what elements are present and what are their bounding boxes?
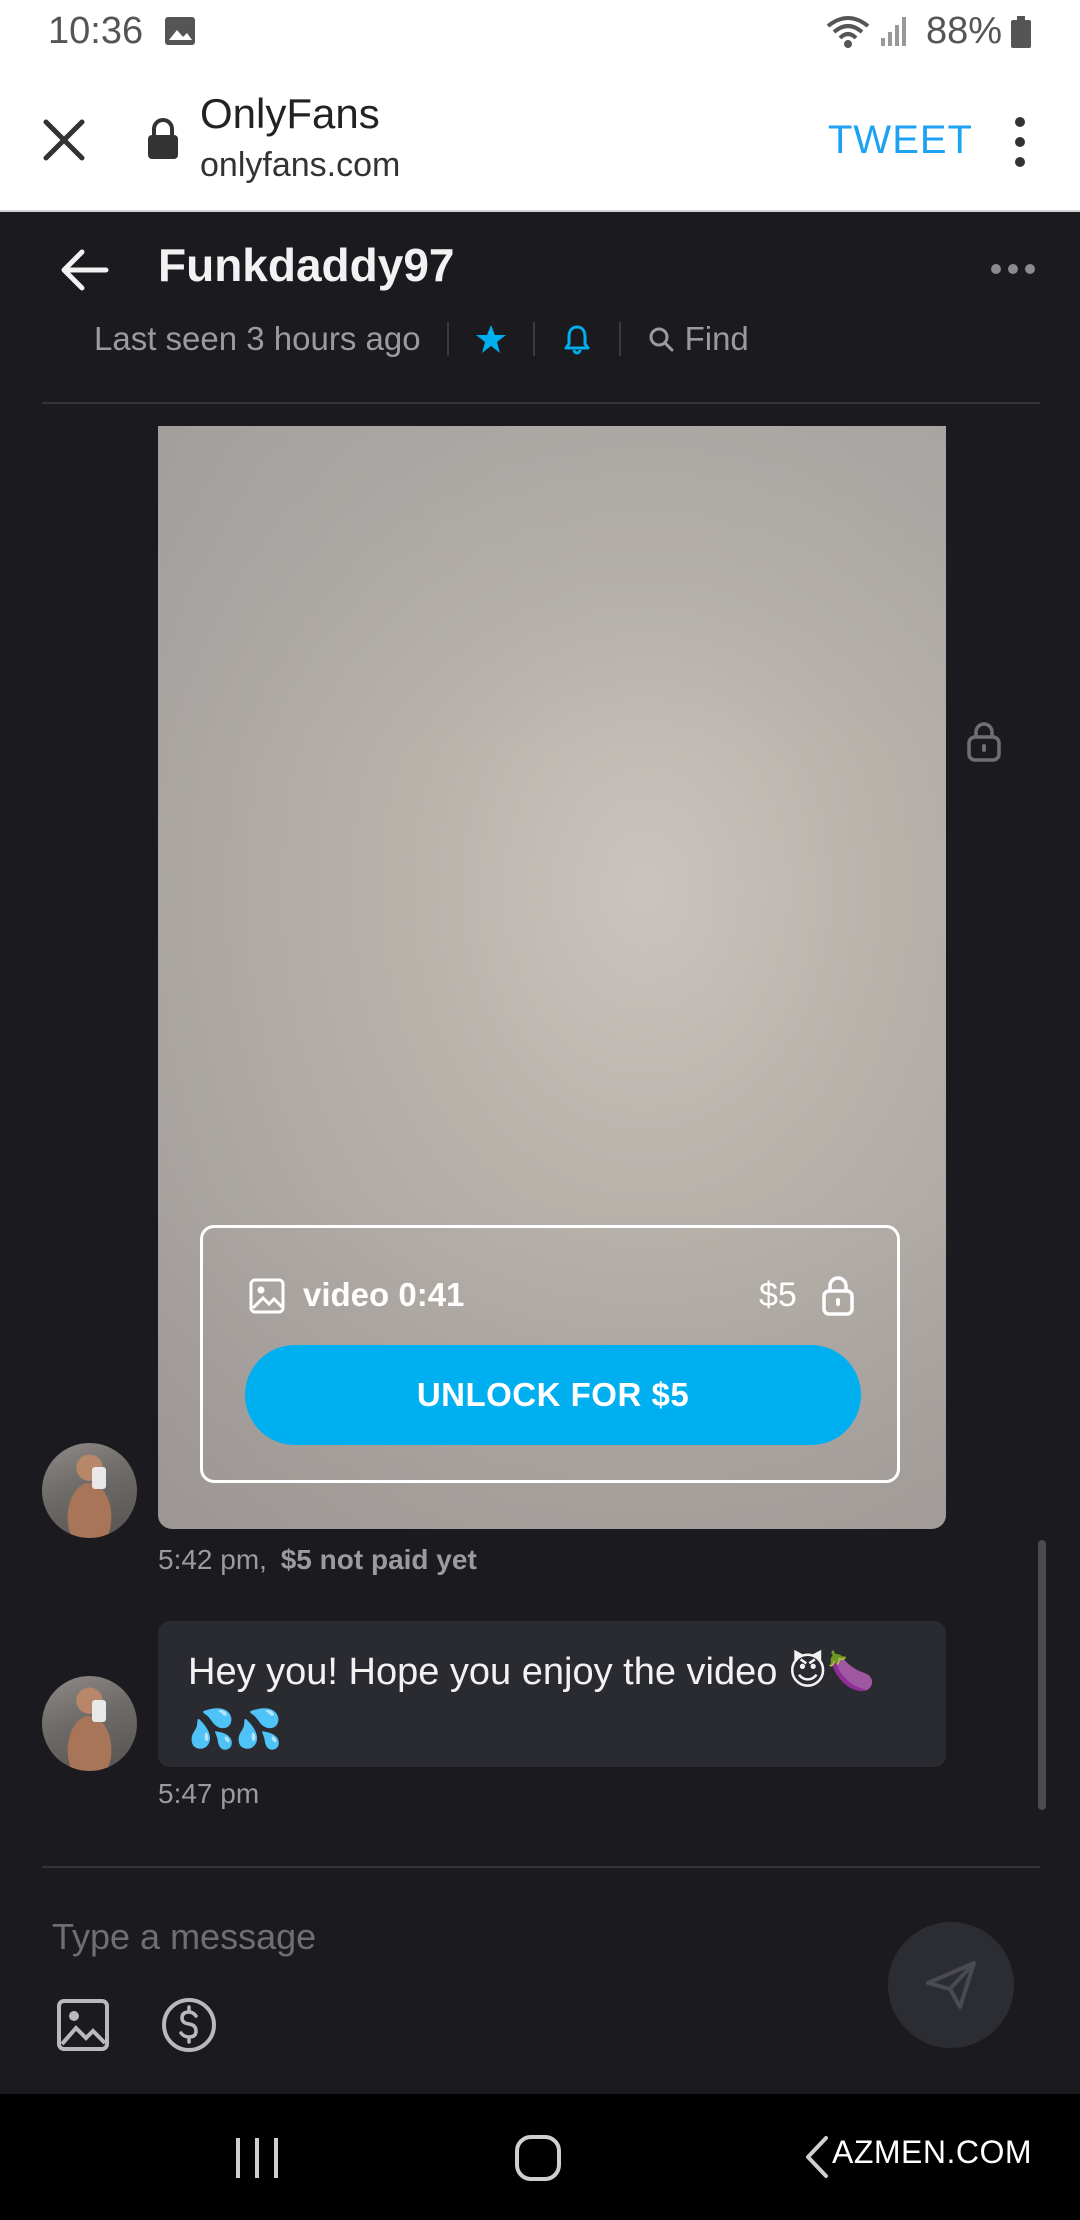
message-meta: 5:42 pm, $5 not paid yet — [158, 1544, 477, 1576]
recents-icon[interactable] — [234, 2136, 280, 2180]
browser-url[interactable]: onlyfans.com — [200, 146, 400, 185]
find-button[interactable]: Find — [685, 320, 749, 358]
lock-icon — [967, 722, 1001, 762]
send-button[interactable] — [888, 1922, 1014, 2048]
payment-status: $5 not paid yet — [280, 1544, 477, 1575]
text-message-bubble: Hey you! Hope you enjoy the video 😈🍆💦💦 — [158, 1621, 946, 1767]
composer-divider — [42, 1866, 1040, 1868]
battery-percent: 88% — [926, 10, 1003, 52]
chat-subheader: Last seen 3 hours ago Find — [94, 314, 749, 364]
signal-icon — [881, 17, 906, 46]
chat-header: Funkdaddy97 Last seen 3 hours ago Find — [0, 212, 1080, 407]
close-icon[interactable] — [36, 112, 92, 168]
unlock-button[interactable]: UNLOCK FOR $5 — [245, 1345, 861, 1445]
message-time: 5:47 pm — [158, 1778, 260, 1809]
more-options-icon[interactable] — [990, 262, 1036, 276]
lock-icon — [148, 118, 178, 159]
browser-toolbar: OnlyFans onlyfans.com TWEET — [0, 68, 1080, 212]
locked-content-panel: video 0:41 $5 UNLOCK FOR $5 — [200, 1225, 900, 1483]
lock-icon — [822, 1276, 854, 1316]
last-seen-status: Last seen 3 hours ago — [94, 320, 421, 357]
search-icon[interactable] — [647, 325, 675, 353]
media-price: $5 — [759, 1276, 797, 1314]
back-icon[interactable] — [802, 2134, 830, 2180]
home-icon[interactable] — [514, 2134, 562, 2182]
divider — [618, 322, 621, 356]
bell-icon[interactable] — [561, 323, 593, 355]
scrollbar[interactable] — [1038, 1540, 1046, 1810]
overflow-menu-icon[interactable] — [1002, 114, 1038, 170]
status-time: 10:36 — [48, 10, 144, 52]
browser-page-title: OnlyFans — [200, 90, 380, 137]
message-list[interactable]: video 0:41 $5 UNLOCK FOR $5 5:42 pm, $5 … — [0, 408, 1080, 1868]
tip-dollar-icon[interactable] — [160, 1996, 218, 2054]
battery-icon — [1011, 16, 1031, 48]
avatar[interactable] — [42, 1676, 137, 1771]
status-bar: 10:36 88% — [0, 0, 1080, 68]
locked-media-message[interactable]: video 0:41 $5 UNLOCK FOR $5 — [158, 426, 946, 1529]
send-icon — [926, 1960, 976, 2009]
chat-username[interactable]: Funkdaddy97 — [158, 238, 455, 292]
media-label: video 0:41 — [303, 1276, 465, 1313]
watermark: AZMEN.COM — [832, 2134, 1033, 2170]
header-divider — [42, 402, 1040, 404]
divider — [446, 322, 449, 356]
back-arrow-icon[interactable] — [56, 242, 112, 298]
image-icon — [249, 1278, 285, 1314]
attach-image-icon[interactable] — [56, 1998, 110, 2052]
wifi-icon — [826, 16, 870, 48]
message-input[interactable] — [42, 1902, 882, 1972]
avatar[interactable] — [42, 1443, 137, 1538]
system-navigation-bar: AZMEN.COM — [0, 2094, 1080, 2220]
tweet-button[interactable]: TWEET — [828, 118, 973, 163]
message-time: 5:42 pm, — [158, 1544, 267, 1575]
star-icon[interactable] — [475, 323, 507, 355]
divider — [532, 322, 535, 356]
image-notification-icon — [165, 17, 195, 45]
